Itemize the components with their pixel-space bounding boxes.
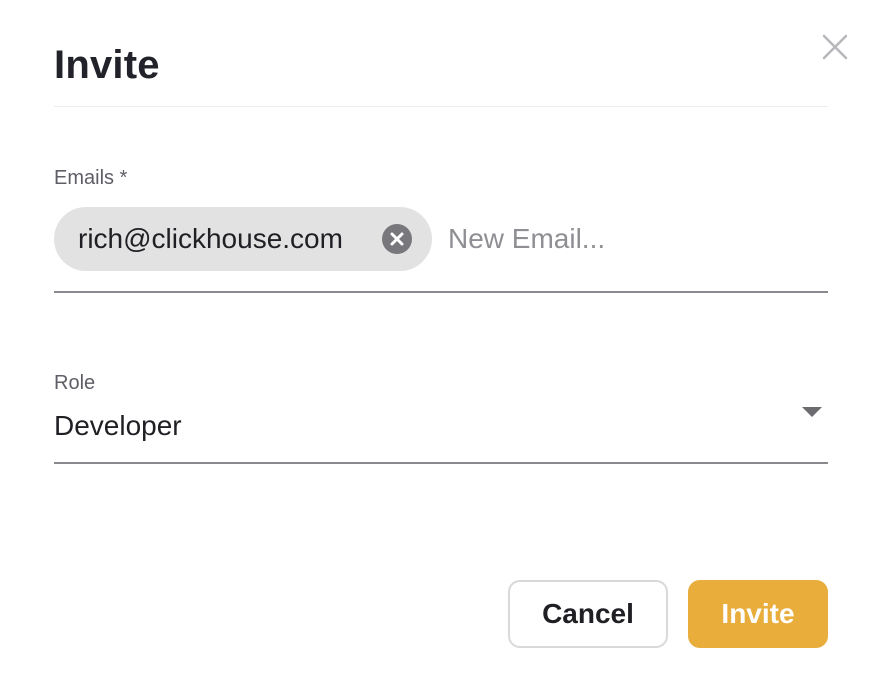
close-button[interactable] [818,30,852,64]
new-email-input[interactable] [448,219,818,259]
emails-label: Emails * [54,167,128,189]
emails-field[interactable]: rich@clickhouse.com [54,207,828,293]
role-label: Role [54,372,96,394]
email-chip: rich@clickhouse.com [54,207,432,271]
role-selected-value: Developer [54,410,182,441]
dialog-title: Invite [54,43,160,87]
caret-down-icon [802,406,822,424]
cancel-button[interactable]: Cancel [508,580,668,648]
email-chip-label: rich@clickhouse.com [78,223,343,254]
header-divider [54,106,828,107]
role-select[interactable]: Developer [54,404,828,464]
close-icon [818,34,852,67]
invite-button[interactable]: Invite [688,580,828,648]
email-chip-remove-button[interactable] [382,224,412,254]
invite-dialog: Invite Emails * rich@clickhouse.com New … [0,0,888,687]
clear-circle-icon [382,224,412,254]
